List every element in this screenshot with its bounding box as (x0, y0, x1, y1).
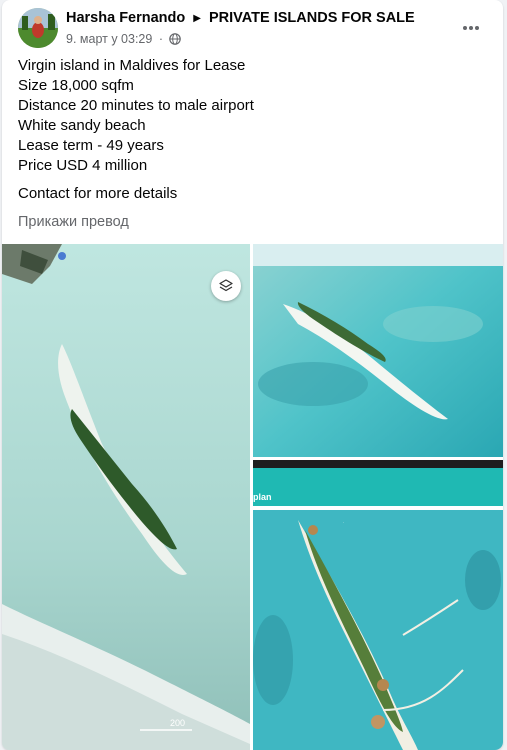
post-line: Size 18,000 sqfm (18, 77, 134, 94)
post-line: White sandy beach (18, 117, 146, 134)
post-card: Harsha Fernando ▶ PRIVATE ISLANDS FOR SA… (2, 0, 503, 750)
play-arrow-icon: ▶ (193, 13, 201, 24)
layers-icon (219, 279, 233, 292)
post-line: Price USD 4 million (18, 157, 148, 174)
post-timestamp[interactable]: 9. март у 03:29 (66, 32, 152, 46)
photo-masterplan[interactable]: · plan (253, 460, 503, 750)
photo-aerial-view[interactable] (253, 244, 503, 457)
see-translation-link[interactable]: Прикажи превод (18, 214, 129, 230)
author-name[interactable]: Harsha Fernando (66, 10, 185, 26)
post-contact-line: Contact for more details (18, 185, 178, 202)
group-name[interactable]: PRIVATE ISLANDS FOR SALE (209, 10, 415, 26)
post-header: Harsha Fernando ▶ PRIVATE ISLANDS FOR SA… (2, 0, 503, 56)
post-line: Virgin island in Maldives for Lease (18, 57, 246, 74)
photo-grid: 200 · plan (2, 244, 503, 750)
more-horizontal-icon (463, 26, 479, 30)
svg-text:·: · (343, 520, 344, 525)
post-line: Distance 20 minutes to male airport (18, 97, 254, 114)
meta-separator: · (158, 32, 163, 46)
post-title-line: Harsha Fernando ▶ PRIVATE ISLANDS FOR SA… (66, 10, 415, 26)
more-options-button[interactable] (453, 10, 489, 46)
author-avatar[interactable] (18, 8, 58, 48)
post-line: Lease term - 49 years (18, 137, 164, 154)
plan-label: plan (253, 492, 272, 502)
photo-satellite-map[interactable]: 200 (2, 244, 250, 750)
globe-icon (169, 33, 182, 48)
post-meta: 9. март у 03:29 · (66, 32, 182, 48)
map-layers-button[interactable] (211, 271, 241, 301)
map-scale-text: 200 (170, 718, 185, 728)
post-body: Virgin island in Maldives for Lease Size… (18, 56, 488, 204)
